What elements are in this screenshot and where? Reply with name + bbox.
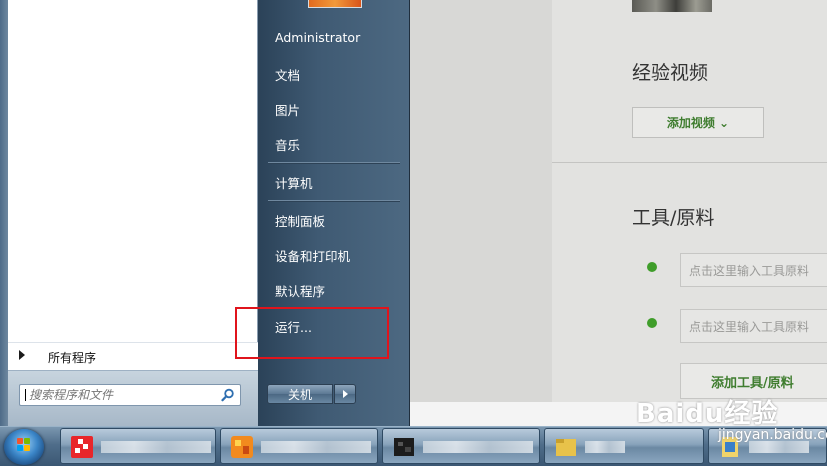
arrow-right-icon [343, 390, 348, 398]
all-programs-label: 所有程序 [48, 351, 97, 365]
highlight-annotation [235, 307, 389, 359]
tool-bullet-icon [647, 262, 657, 272]
shutdown-options-button[interactable] [334, 384, 356, 404]
menu-item-computer[interactable]: 计算机 [275, 173, 313, 192]
search-icon[interactable] [221, 388, 235, 402]
taskbar-button-3[interactable] [382, 428, 540, 464]
tools-section-title: 工具/原料 [632, 207, 715, 229]
video-thumbnail[interactable] [632, 0, 712, 12]
video-section-title: 经验视频 [632, 62, 709, 84]
all-programs-item[interactable]: 所有程序 [8, 342, 258, 370]
windows-logo-icon [17, 438, 31, 452]
tool-bullet-icon [647, 318, 657, 328]
taskbar-button-2[interactable] [220, 428, 378, 464]
search-box[interactable] [19, 384, 241, 406]
start-menu-frame [0, 0, 8, 426]
tool-input-2[interactable]: 点击这里输入工具原料 [680, 309, 827, 343]
start-menu: 所有程序 Administrator 文档 图片 音乐 计算机 控制面板 设备和… [0, 0, 410, 426]
app-orange-icon [231, 436, 253, 458]
add-video-button[interactable]: 添加视频 ⌄ [632, 107, 764, 138]
taskbar-button-4[interactable] [544, 428, 704, 464]
arrow-right-icon [19, 350, 25, 360]
menu-item-devices-printers[interactable]: 设备和打印机 [275, 246, 350, 265]
app-red-icon [71, 436, 93, 458]
taskbar-button-label [261, 441, 371, 453]
shutdown-button[interactable]: 关机 [267, 384, 333, 404]
app-dark-icon [394, 438, 414, 456]
search-input[interactable] [20, 385, 225, 405]
menu-item-control-panel[interactable]: 控制面板 [275, 211, 325, 230]
watermark-brand: Baidu经验 [636, 399, 779, 429]
menu-item-administrator[interactable]: Administrator [275, 30, 360, 45]
watermark-url: jingyan.baidu.com [718, 427, 827, 443]
taskbar-button-label [423, 441, 533, 453]
menu-item-pictures[interactable]: 图片 [275, 100, 300, 119]
menu-item-default-programs[interactable]: 默认程序 [275, 281, 325, 300]
taskbar-button-label [101, 441, 211, 453]
menu-separator [268, 162, 400, 164]
background-left-column [410, 0, 552, 402]
menu-item-documents[interactable]: 文档 [275, 65, 300, 84]
folder-icon [556, 439, 576, 456]
taskbar-button-1[interactable] [60, 428, 216, 464]
section-divider [552, 162, 827, 163]
menu-item-music[interactable]: 音乐 [275, 135, 300, 154]
taskbar-button-label [585, 441, 625, 453]
baidu-watermark: Baidu经验 jingyan.baidu.com [636, 393, 827, 443]
menu-separator [268, 200, 400, 202]
windows-start-orb-icon[interactable] [4, 429, 44, 465]
user-picture[interactable] [308, 0, 362, 8]
tool-input-1[interactable]: 点击这里输入工具原料 [680, 253, 827, 287]
